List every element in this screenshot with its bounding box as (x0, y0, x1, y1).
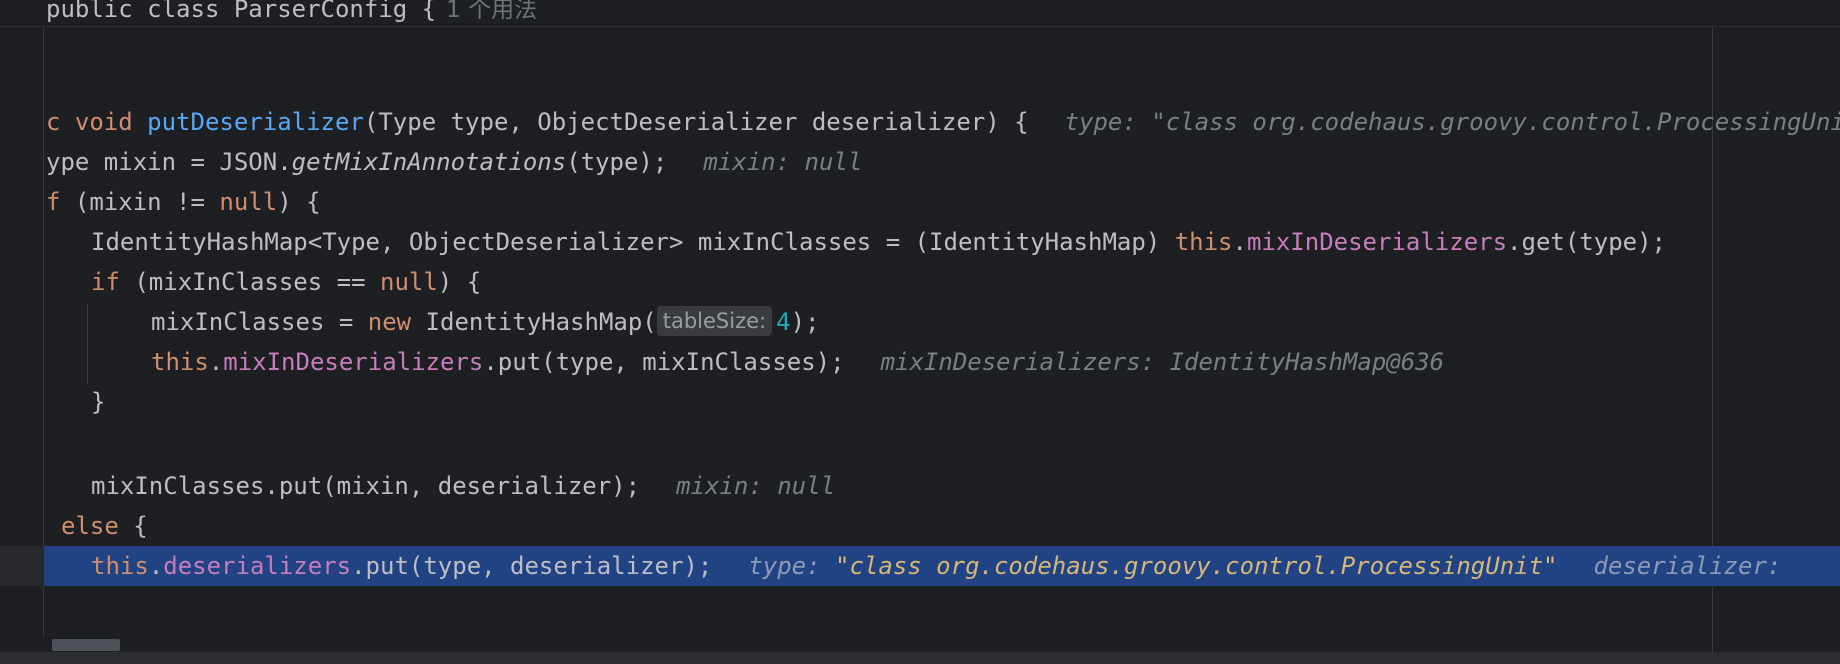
inline-debug-value: type: "class org.codehaus.groovy.control… (1064, 108, 1840, 136)
code-line-mixin[interactable]: ype mixin = JSON.getMixInAnnotations(typ… (0, 142, 1840, 182)
code-line-method-signature[interactable]: c void putDeserializer(Type type, Object… (0, 102, 1840, 142)
class-declaration: public class ParserConfig { (46, 0, 437, 23)
code-line-new-map[interactable]: mixInClasses = new IdentityHashMap(table… (0, 302, 1840, 342)
method-name[interactable]: putDeserializer (147, 108, 364, 136)
field-reference[interactable]: deserializers (163, 552, 351, 580)
field-reference[interactable]: mixInDeserializers (223, 348, 483, 376)
code-line-mixinclasses-get[interactable]: IdentityHashMap<Type, ObjectDeserializer… (0, 222, 1840, 262)
static-method-call[interactable]: getMixInAnnotations (292, 148, 567, 176)
field-reference[interactable]: mixInDeserializers (1247, 228, 1507, 256)
inline-debug-value-2: deserializer: (1593, 552, 1796, 580)
code-line-put-mixin[interactable]: this.mixInDeserializers.put(type, mixInC… (0, 342, 1840, 382)
parameter-name-hint: tableSize: (656, 306, 773, 336)
gutter-current-line (0, 546, 44, 586)
code-line-if-null[interactable]: if (mixInClasses == null) { (0, 262, 1840, 302)
inline-debug-value: type: "class org.codehaus.groovy.control… (748, 552, 1558, 580)
inline-debug-value: mixin: null (703, 148, 863, 176)
usages-link[interactable]: 1 个用法 (446, 0, 537, 23)
sticky-class-header[interactable]: public class ParserConfig { 1 个用法 (0, 0, 1840, 27)
code-line-else[interactable]: else { (0, 506, 1840, 546)
horizontal-scrollbar-track[interactable] (0, 652, 1840, 664)
horizontal-scrollbar-thumb[interactable] (52, 639, 120, 651)
code-line-put-mixin-deserializer[interactable]: mixInClasses.put(mixin, deserializer); mi… (0, 466, 1840, 506)
code-line-if-mixin[interactable]: f (mixin != null) { (0, 182, 1840, 222)
inline-debug-value: mixInDeserializers: IdentityHashMap@636 (880, 348, 1445, 376)
inline-debug-value: mixin: null (676, 472, 836, 500)
code-line-current-execution[interactable]: this.deserializers.put(type, deserialize… (44, 546, 1840, 586)
code-line-close-brace[interactable]: } (0, 382, 1840, 422)
